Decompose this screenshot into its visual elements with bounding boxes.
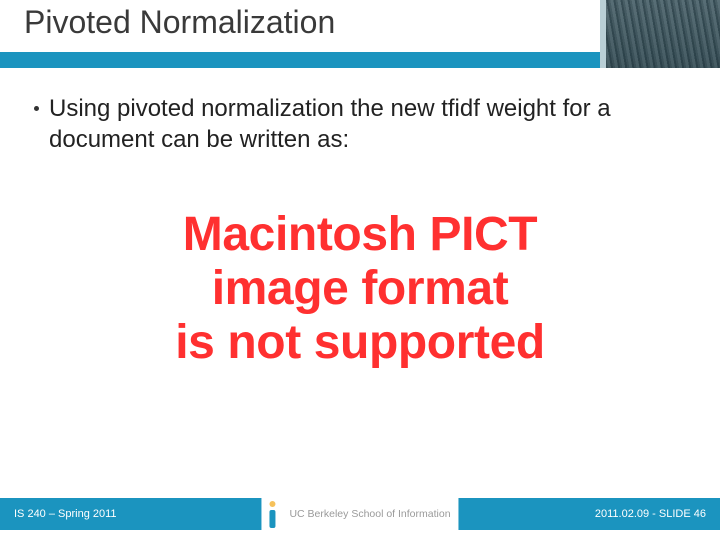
slide-title: Pivoted Normalization: [24, 4, 335, 41]
footer-right: 2011.02.09 - SLIDE 46: [595, 508, 706, 520]
footer-center-text: UC Berkeley School of Information: [289, 508, 450, 520]
footer-bar: IS 240 – Spring 2011 UC Berkeley School …: [0, 498, 720, 530]
ischool-logo-icon: [261, 500, 283, 528]
footer-left: IS 240 – Spring 2011: [14, 508, 117, 520]
bullet-dot-icon: [34, 106, 39, 111]
pict-error-message: Macintosh PICT image format is not suppo…: [0, 208, 720, 369]
content-area: Using pivoted normalization the new tfid…: [0, 68, 720, 155]
title-strip: Pivoted Normalization: [0, 0, 600, 52]
footer-center-badge: UC Berkeley School of Information: [261, 498, 458, 530]
pict-error-line: Macintosh PICT: [0, 208, 720, 262]
decorative-photo: [600, 0, 720, 68]
pict-error-line: image format: [0, 262, 720, 316]
bottom-spacer: [0, 530, 720, 540]
bullet-text: Using pivoted normalization the new tfid…: [49, 94, 688, 155]
pict-error-line: is not supported: [0, 316, 720, 370]
bullet-item: Using pivoted normalization the new tfid…: [28, 94, 688, 155]
header-bar: Pivoted Normalization: [0, 0, 720, 68]
